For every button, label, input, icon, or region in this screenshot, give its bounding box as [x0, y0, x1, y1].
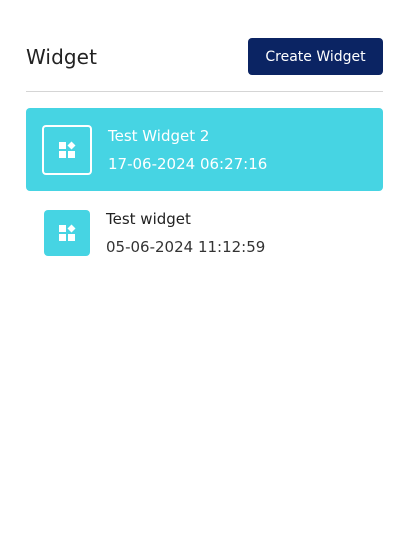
page-title: Widget — [26, 44, 98, 69]
widget-grid-icon — [44, 209, 90, 256]
widget-list-item[interactable]: Test widget 05-06-2024 11:12:59 — [26, 191, 383, 274]
widget-list-item[interactable]: Test Widget 2 17-06-2024 06:27:16 — [26, 108, 383, 191]
widget-panel: Widget Create Widget Test Widget 2 17-06… — [26, 38, 383, 274]
widget-timestamp: 17-06-2024 06:27:16 — [108, 154, 268, 173]
create-widget-button[interactable]: Create Widget — [248, 38, 383, 75]
header-divider — [26, 91, 383, 92]
widget-list: Test Widget 2 17-06-2024 06:27:16 Test w… — [26, 108, 383, 274]
widget-timestamp: 05-06-2024 11:12:59 — [106, 237, 266, 256]
panel-header: Widget Create Widget — [26, 38, 383, 75]
widget-text: Test Widget 2 17-06-2024 06:27:16 — [108, 126, 267, 174]
widget-name: Test Widget 2 — [108, 126, 210, 145]
widget-text: Test widget 05-06-2024 11:12:59 — [106, 209, 265, 257]
widget-name: Test widget — [106, 209, 191, 228]
widget-grid-icon — [42, 124, 92, 175]
